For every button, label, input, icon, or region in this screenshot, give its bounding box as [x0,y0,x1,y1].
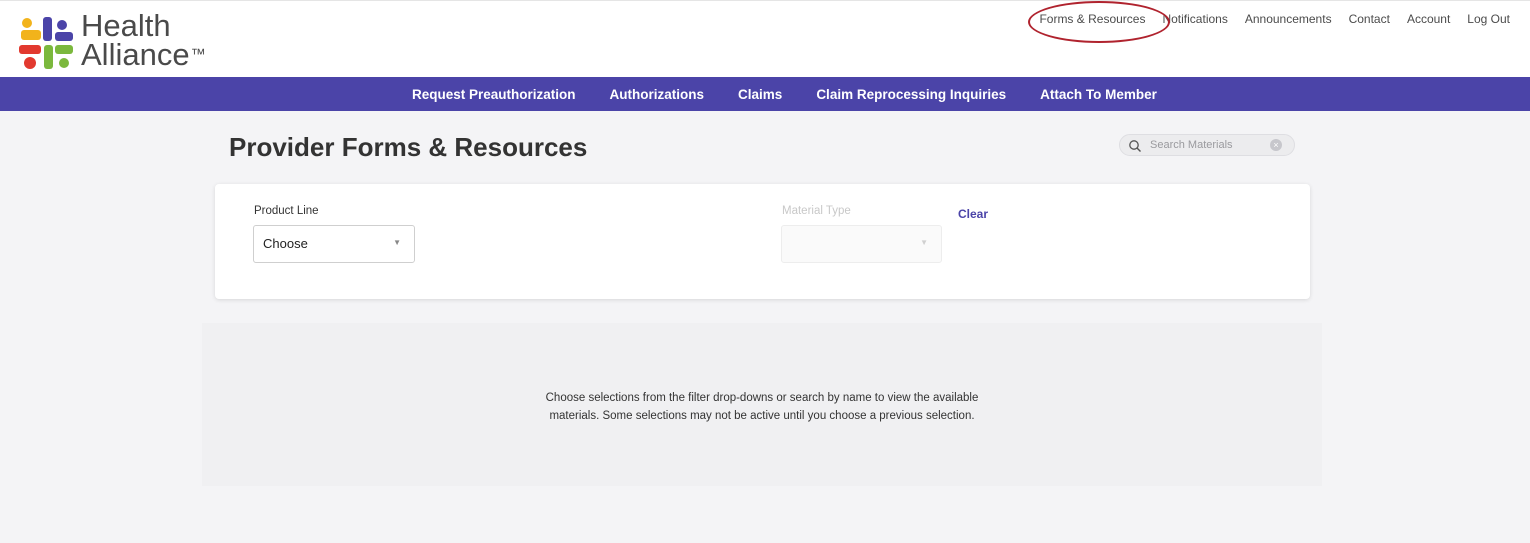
nav-claims[interactable]: Claims [738,87,782,102]
logo-mark-icon [19,17,73,69]
top-link-account[interactable]: Account [1407,12,1450,26]
search-input[interactable] [1150,137,1260,153]
clear-filters-link[interactable]: Clear [958,207,988,221]
health-alliance-logo[interactable]: Health Alliance™ [17,8,257,73]
site-header: Health Alliance™ Forms & Resources Notif… [0,0,1530,78]
main-nav-items: Request Preauthorization Authorizations … [412,77,1157,111]
page-title: Provider Forms & Resources [229,132,588,162]
trademark-symbol: ™ [190,46,206,63]
search-icon [1129,140,1141,152]
nav-request-preauthorization[interactable]: Request Preauthorization [412,87,576,102]
logo-line-health: Health [81,8,171,43]
top-link-contact[interactable]: Contact [1349,12,1390,26]
empty-state-line-2: materials. Some selections may not be ac… [549,410,975,422]
empty-state-message: Choose selections from the filter drop-d… [202,389,1322,425]
filter-card: Product Line Choose ▼ Material Type ▼ Cl… [215,184,1310,299]
main-navbar: Request Preauthorization Authorizations … [0,77,1530,111]
logo-line-alliance: Alliance [81,37,190,72]
nav-attach-to-member[interactable]: Attach To Member [1040,87,1157,102]
search-clear-icon[interactable]: × [1270,139,1282,151]
logo-text: Health Alliance™ [81,8,206,72]
material-type-label: Material Type [782,205,851,217]
chevron-down-icon: ▼ [393,238,401,247]
top-link-announcements[interactable]: Announcements [1245,12,1332,26]
product-line-label: Product Line [254,205,319,217]
annotation-circle [1028,1,1170,43]
product-line-select[interactable]: Choose ▼ [253,225,415,263]
top-link-log-out[interactable]: Log Out [1467,12,1510,26]
material-type-select[interactable]: ▼ [781,225,942,263]
product-line-value: Choose [263,236,308,251]
search-box[interactable]: × [1119,134,1295,156]
nav-claim-reprocessing-inquiries[interactable]: Claim Reprocessing Inquiries [816,87,1006,102]
nav-authorizations[interactable]: Authorizations [610,87,705,102]
results-empty-state: Choose selections from the filter drop-d… [202,323,1322,486]
empty-state-line-1: Choose selections from the filter drop-d… [545,392,979,404]
chevron-down-icon: ▼ [920,238,928,247]
top-link-notifications[interactable]: Notifications [1162,12,1227,26]
